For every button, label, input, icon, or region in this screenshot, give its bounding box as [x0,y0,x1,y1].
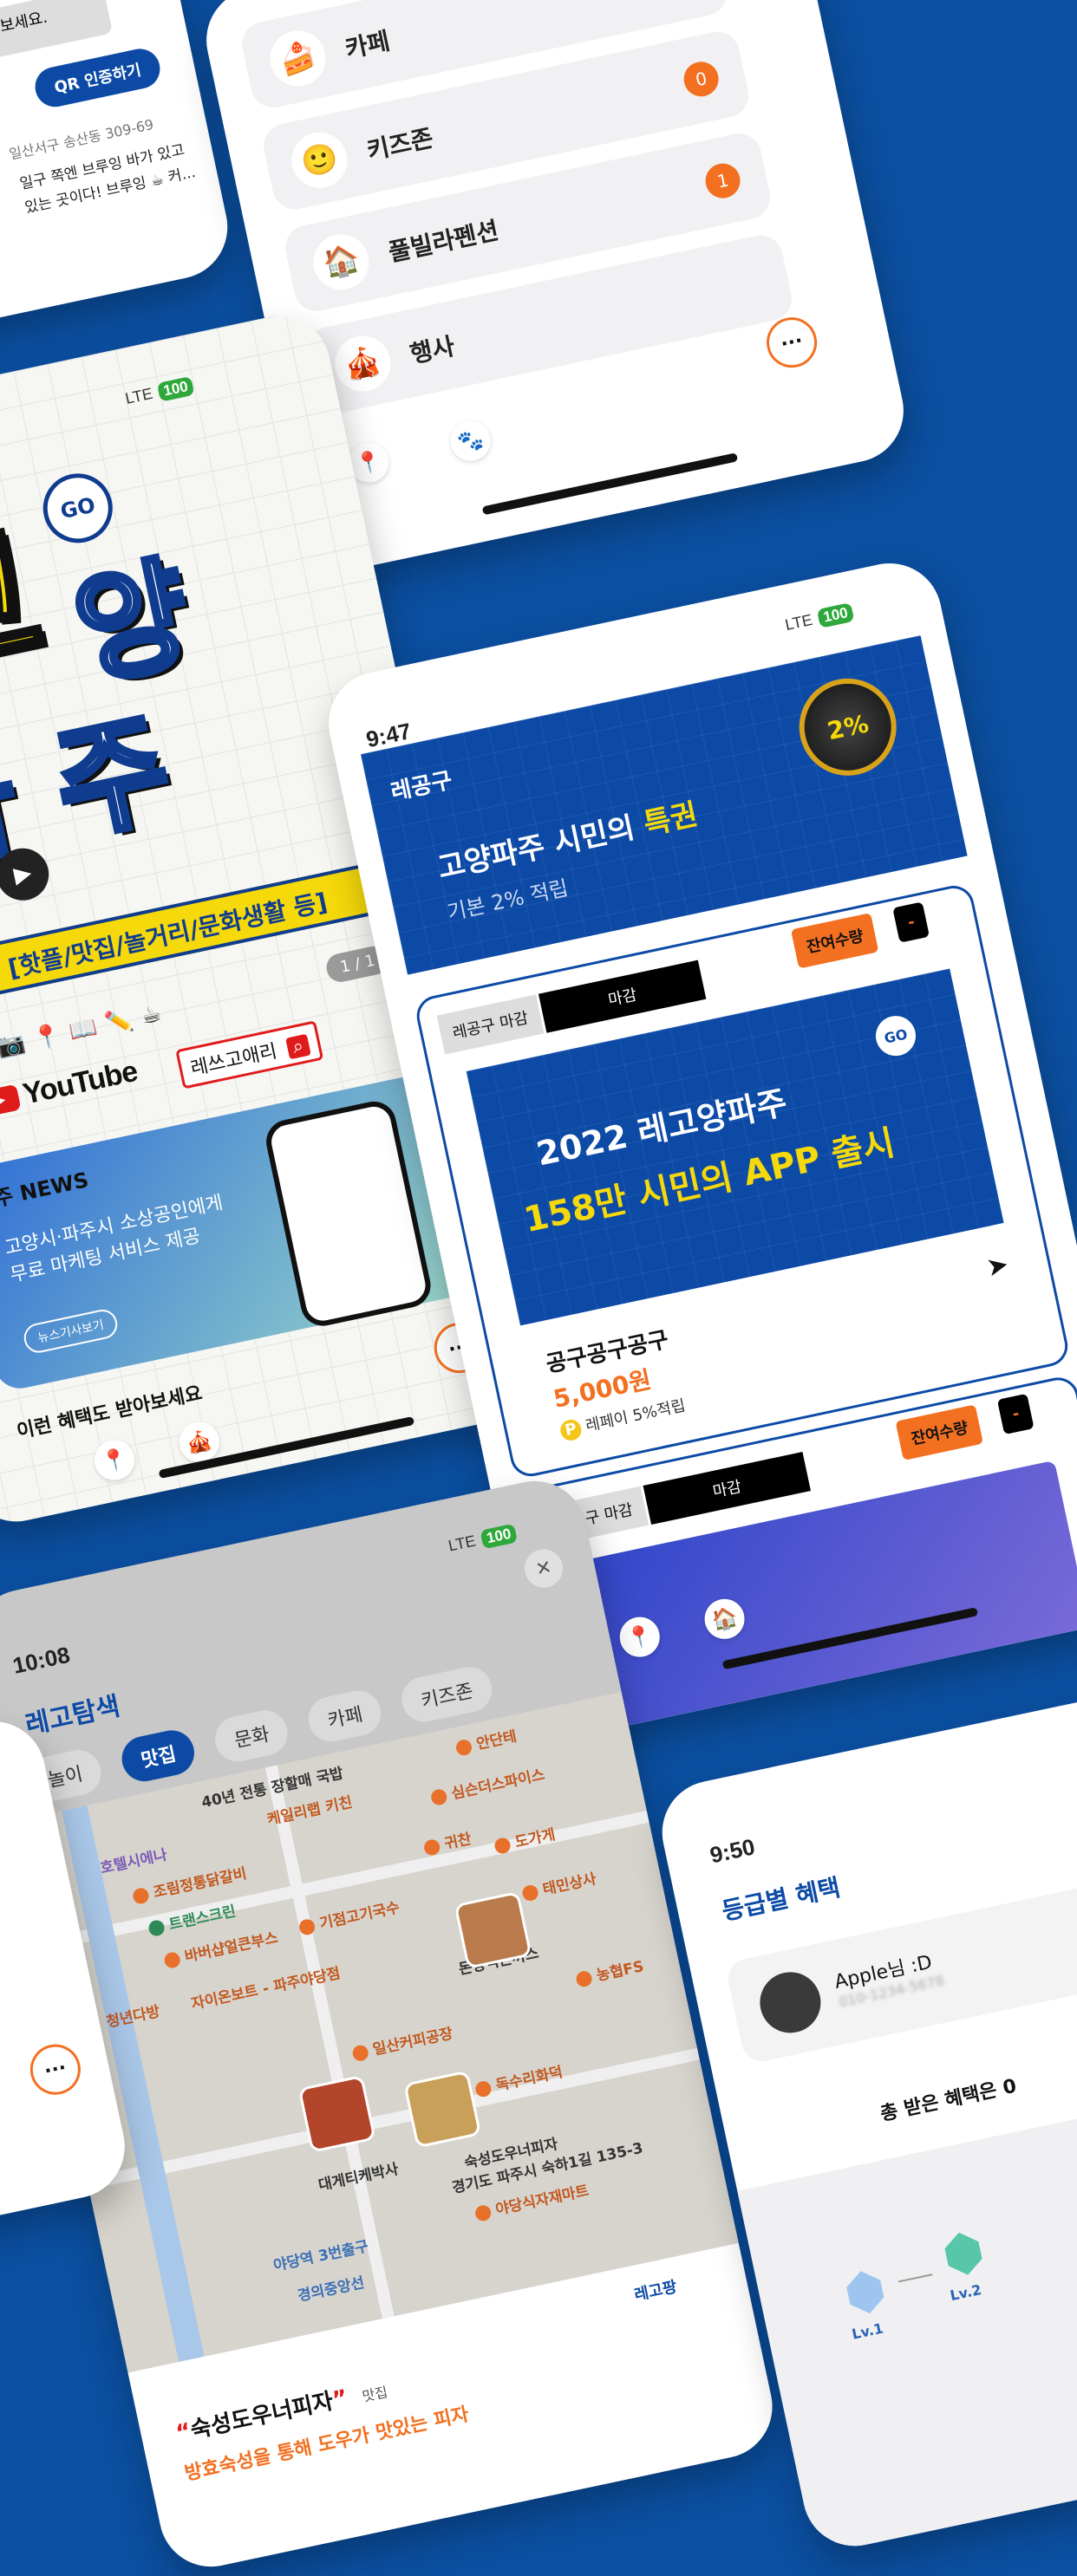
tag-remaining: 잔여수량 [790,913,879,969]
youtube-label: YouTube [20,1054,140,1111]
category-label: 카페 [343,26,393,64]
qr-verify-button[interactable]: QR 인증하기 [31,45,164,111]
category-icons-row: 📷📍📖✏️☕ [0,999,173,1061]
category-ribbon: 지역 [핫플/맛집/놀거리/문화생활 등] [0,854,420,1025]
level-connector [898,2274,933,2283]
level-section: Lv.1 Lv.2 [737,2090,1077,2556]
youtube-logo[interactable]: ▶ YouTube [0,1055,140,1121]
search-value: 레쓰고애리 [188,1040,279,1081]
close-icon[interactable]: ✕ [520,1545,567,1591]
tab-restaurant[interactable]: 맛집 [117,1726,199,1786]
home-indicator [481,452,739,516]
product-card[interactable]: 레공구 마감 마감 잔여수량 - 2022 레고양파주 158만 시민의 APP… [413,881,1072,1480]
cake-icon: 🍰 [264,25,331,92]
tag-group-close: 레공구 마감 [436,994,545,1055]
status-bar: LTE 100 [122,369,195,410]
status-time: 9:50 [708,1833,758,1869]
level-2-icon [942,2229,985,2279]
battery-indicator: 100 [816,602,855,628]
category-count-badge: 0 [680,58,722,100]
map-pin[interactable]: 트랜스크린 [147,1898,238,1938]
category-label: 풀빌라펜션 [386,216,501,268]
page-title: 레고탐색 [23,1691,123,1741]
tag-deadline: 마감 [643,1451,811,1525]
child-face-icon: 🙂 [286,127,353,193]
level-2-label: Lv.2 [948,2280,983,2305]
house-icon: 🏠 [308,229,375,296]
category-label: 행사 [407,331,458,369]
map-pin[interactable]: 호텔시에나 [98,1842,169,1877]
network-label: LTE [447,1532,478,1555]
battery-indicator: 100 [480,1523,519,1550]
benefit-heading: 이런 혜택도 받아보세요 [15,1382,205,1443]
more-button[interactable]: ··· [25,2039,86,2100]
map-pin[interactable]: 기점고기국수 [297,1895,401,1937]
tab-kidszone[interactable]: 키즈존 [397,1662,496,1727]
map-pin[interactable]: 일산커피공장 [350,2020,454,2063]
news-card[interactable]: 주 NEWS 고양시·파주시 소상공인에게 무료 마케팅 서비스 제공 뉴스기사… [0,1071,475,1394]
category-count-badge: 1 [702,159,744,202]
map-pin[interactable]: 태민상사 [520,1866,598,1903]
search-icon[interactable]: ⌕ [285,1033,311,1060]
news-more-button[interactable]: 뉴스기사보기 [21,1306,121,1356]
app-title: 레공구 [388,767,455,806]
banner-title-plain: 고양파주 시민의 [434,808,648,887]
status-time: 10:08 [10,1641,73,1679]
page-title: 등급별 혜택 [719,1872,843,1926]
map-pin-icon[interactable]: 📍 [90,1436,139,1484]
map-pin[interactable]: 심슨더스파이스 [428,1762,546,1807]
go-badge: GO [871,1012,920,1060]
food-photo-thumb[interactable] [403,2070,482,2149]
mascot-icon[interactable]: 🐾 [447,417,494,465]
level-1-icon [844,2267,887,2317]
event-icon: 🎪 [330,330,396,397]
youtube-search-box[interactable]: 레쓰고애리 ⌕ [175,1020,323,1090]
phone-mockup-image [262,1097,435,1330]
tag-deadline: 마감 [538,959,707,1033]
network-label: LTE [783,610,814,634]
total-benefit: 총 받은 혜택은 0 [878,2075,1019,2126]
play-video-button[interactable]: ▶ [0,843,54,906]
network-label: LTE [123,384,154,407]
map-pin[interactable]: 경의중앙선 [295,2270,366,2306]
mascot-logo: 레고팡 [632,2278,679,2305]
phone-partial-top-left: 에 보세요. QR 인증하기 일산서구 송산동 309-69 일구 쪽엔 브루잉… [0,0,238,347]
status-bar: LTE 100 [446,1517,519,1558]
status-bar: LTE 100 [782,595,855,636]
youtube-play-icon: ▶ [0,1083,22,1117]
battery-indicator: 100 [156,375,195,402]
tag-remaining-value: - [892,901,930,943]
tab-culture[interactable]: 문화 [211,1706,292,1766]
tag-remaining-value: - [996,1393,1035,1435]
snippet-text: 에 보세요. [0,0,114,62]
share-icon[interactable]: ➤ [983,1249,1011,1283]
category-label: 키즈존 [364,123,436,166]
map-pin[interactable]: 도가게 [493,1822,557,1856]
map-pin[interactable]: 안단테 [454,1724,519,1758]
tag-remaining: 잔여수량 [895,1404,984,1460]
food-photo-thumb[interactable] [454,1890,532,1969]
tab-cafe[interactable]: 카페 [304,1686,386,1747]
more-button[interactable]: ··· [761,312,822,373]
banner-title: 고양파주 시민의 특권 [434,790,702,887]
food-photo-thumb[interactable] [297,2074,376,2153]
banner-title-highlight: 특권 [640,797,702,842]
map-pin[interactable]: 야당역 3번출구 [271,2234,370,2275]
title-char-ju: 주 [41,695,185,862]
point-icon: P [558,1417,584,1443]
level-1-label: Lv.1 [850,2319,885,2343]
news-title: 주 NEWS [0,1168,91,1212]
avatar [754,1966,826,2039]
map-pin[interactable]: 농협FS [574,1954,645,1989]
reward-medal-icon: 2% [790,669,906,785]
